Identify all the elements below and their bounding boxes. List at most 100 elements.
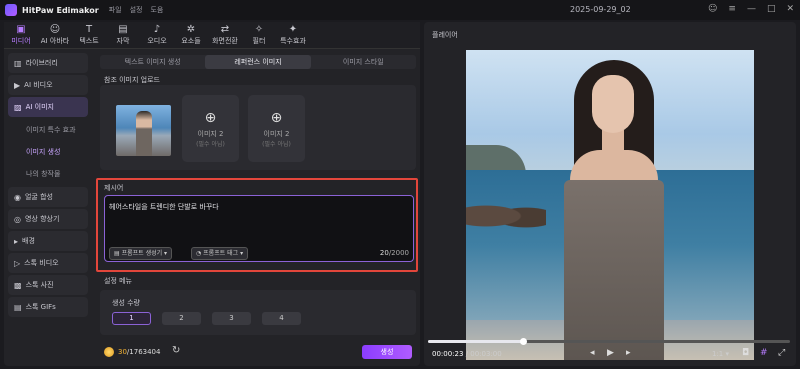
app-logo-icon	[5, 4, 17, 16]
sidebar-item-face-swap[interactable]: ◉ 얼굴 합성	[8, 187, 88, 207]
sidebar-item-stock-gifs[interactable]: ▤ 스톡 GIFs	[8, 297, 88, 317]
progress-handle[interactable]	[519, 338, 527, 345]
upload-label: 참조 이미지 업로드	[104, 76, 160, 84]
media-icon: ▣	[16, 23, 26, 35]
account-icon[interactable]: ☺	[708, 4, 717, 14]
minimize-icon[interactable]: —	[747, 4, 756, 14]
quantity-option-2[interactable]: 2	[162, 312, 201, 325]
title-bar: HitPaw Edimakor 파일 설정 도움 2025-09-29_02 ☺…	[0, 0, 800, 20]
tool-label: 미디어	[11, 36, 31, 45]
tool-effects[interactable]: ✦ 특수효과	[276, 22, 310, 48]
tool-subtitle[interactable]: ▤ 자막	[106, 22, 140, 48]
sidebar-item-label: 스톡 사진	[25, 281, 54, 289]
tool-elements[interactable]: ✲ 요소들	[174, 22, 208, 48]
generator-icon: ▤	[114, 250, 122, 257]
slot-label: 이미지 2	[197, 129, 224, 138]
tool-filter[interactable]: ✧ 필터	[242, 22, 276, 48]
time-display: 00:00:23 / 00:03:00	[432, 350, 502, 358]
quantity-option-1[interactable]: 1	[112, 312, 151, 325]
tool-label: 특수효과	[280, 36, 306, 45]
player-panel: 플레이어 00:00:23 / 00:03:00 ◂ ▶ ▸ 1:1 ▾ ◘ #…	[424, 22, 796, 366]
reference-image-thumbnail[interactable]	[116, 105, 171, 156]
sidebar-item-label: AI 비디오	[24, 81, 53, 89]
player-title: 플레이어	[432, 31, 458, 39]
grid-icon[interactable]: #	[760, 348, 768, 358]
sidebar-item-stock-video[interactable]: ▷ 스톡 비디오	[8, 253, 88, 273]
fullscreen-icon[interactable]: ⤢	[778, 348, 785, 358]
sidebar-sub-image-generation[interactable]: 이미지 생성	[8, 141, 88, 163]
maximize-icon[interactable]: □	[767, 4, 776, 14]
tab-image-style[interactable]: 이미지 스타일	[311, 55, 416, 69]
filter-icon: ✧	[254, 23, 264, 35]
reference-upload-area: ⊕ 이미지 2 (필수 아님) ⊕ 이미지 2 (필수 아님)	[100, 85, 416, 170]
audio-icon: ♪	[153, 23, 161, 35]
timeline-progress[interactable]	[428, 338, 790, 345]
stock-video-icon: ▷	[14, 258, 21, 268]
prompt-text[interactable]: 헤어스타일을 트렌디한 단발로 바꾸다	[109, 202, 219, 212]
tool-avatar[interactable]: ☺ AI 아바타	[38, 22, 72, 48]
tab-reference-image[interactable]: 레퍼런스 이미지	[205, 55, 311, 69]
library-icon: ▥	[14, 58, 22, 68]
aspect-ratio-select[interactable]: 1:1 ▾	[712, 350, 729, 358]
elements-icon: ✲	[186, 23, 196, 35]
menu-help[interactable]: 도움	[150, 5, 163, 15]
stock-photo-icon: ▩	[14, 280, 22, 290]
refresh-icon[interactable]: ↻	[172, 345, 180, 356]
quantity-option-4[interactable]: 4	[262, 312, 301, 325]
generate-button[interactable]: 생성	[362, 345, 412, 359]
tool-audio[interactable]: ♪ 오디오	[140, 22, 174, 48]
tool-label: 오디오	[147, 36, 167, 45]
image-slot-2b[interactable]: ⊕ 이미지 2 (필수 아님)	[248, 95, 305, 162]
preview-image	[466, 50, 754, 360]
tool-label: 요소들	[181, 36, 201, 45]
prompt-tag-button[interactable]: ◔ 프롬프트 태그 ▾	[191, 247, 249, 260]
tab-text-to-image[interactable]: 텍스트 이미지 생성	[100, 55, 205, 69]
sidebar-item-label: 스톡 비디오	[24, 259, 59, 267]
sidebar-item-stock-photo[interactable]: ▩ 스톡 사진	[8, 275, 88, 295]
image-slot-2a[interactable]: ⊕ 이미지 2 (필수 아님)	[182, 95, 239, 162]
credits-display: 30/1763404	[118, 348, 161, 356]
close-icon[interactable]: ✕	[786, 4, 794, 14]
tool-label: AI 아바타	[40, 36, 70, 45]
sidebar-item-background[interactable]: ▸ 배경	[8, 231, 88, 251]
next-frame-icon[interactable]: ▸	[626, 348, 631, 358]
sidebar-item-label: 영상 향상기	[24, 215, 60, 223]
chevron-down-icon: ▾	[238, 250, 244, 257]
sidebar-item-ai-image[interactable]: ▨ AI 이미지	[8, 97, 88, 117]
sidebar-item-ai-video[interactable]: ▶ AI 비디오	[8, 75, 88, 95]
sidebar-item-label: 배경	[22, 237, 35, 245]
menu-file[interactable]: 파일	[109, 5, 122, 15]
face-swap-icon: ◉	[14, 192, 21, 202]
settings-panel: 생성 수량 1 2 3 4	[100, 290, 416, 335]
tool-label: 자막	[116, 36, 130, 45]
sidebar-item-label: 얼굴 합성	[24, 193, 53, 201]
menu-icon[interactable]: ≡	[728, 4, 736, 14]
play-icon[interactable]: ▶	[607, 348, 614, 358]
sidebar-item-label: 라이브러리	[25, 59, 58, 67]
text-icon: T	[85, 23, 93, 35]
quantity-option-3[interactable]: 3	[212, 312, 251, 325]
background-icon: ▸	[14, 236, 19, 246]
menu-settings[interactable]: 설정	[130, 5, 143, 15]
ai-image-icon: ▨	[14, 102, 22, 112]
chevron-down-icon: ▾	[162, 250, 168, 257]
prompt-generator-button[interactable]: ▤ 프롬프트 생성기 ▾	[109, 247, 173, 260]
prev-frame-icon[interactable]: ◂	[590, 348, 595, 358]
snapshot-icon[interactable]: ◘	[742, 348, 749, 358]
tool-text[interactable]: T 텍스트	[72, 22, 106, 48]
sidebar-item-enhancer[interactable]: ◎ 영상 향상기	[8, 209, 88, 229]
sidebar-sub-image-effects[interactable]: 이미지 특수 효과	[8, 119, 88, 141]
prompt-label: 제시어	[104, 184, 124, 192]
mode-tabs: 텍스트 이미지 생성 레퍼런스 이미지 이미지 스타일	[100, 55, 416, 69]
sidebar-sub-my-creations[interactable]: 나의 창작물	[8, 163, 88, 185]
sidebar-item-library[interactable]: ▥ 라이브러리	[8, 53, 88, 73]
tool-transition[interactable]: ⇄ 화면전환	[208, 22, 242, 48]
tool-label: 화면전환	[212, 36, 238, 45]
effects-icon: ✦	[288, 23, 298, 35]
tool-media[interactable]: ▣ 미디어	[4, 22, 38, 48]
slot-optional: (필수 아님)	[196, 140, 225, 148]
coin-icon	[104, 347, 114, 357]
top-toolbar: ▣ 미디어 ☺ AI 아바타 T 텍스트 ▤ 자막 ♪ 오디오 ✲ 요소들 ⇄ 화면전환 ✧ 필터 ✦ 특수효과	[4, 22, 420, 49]
tool-label: 필터	[252, 36, 266, 45]
prompt-input[interactable]: 헤어스타일을 트렌디한 단발로 바꾸다 ▤ 프롬프트 생성기 ▾ ◔ 프롬프트 …	[104, 195, 414, 262]
